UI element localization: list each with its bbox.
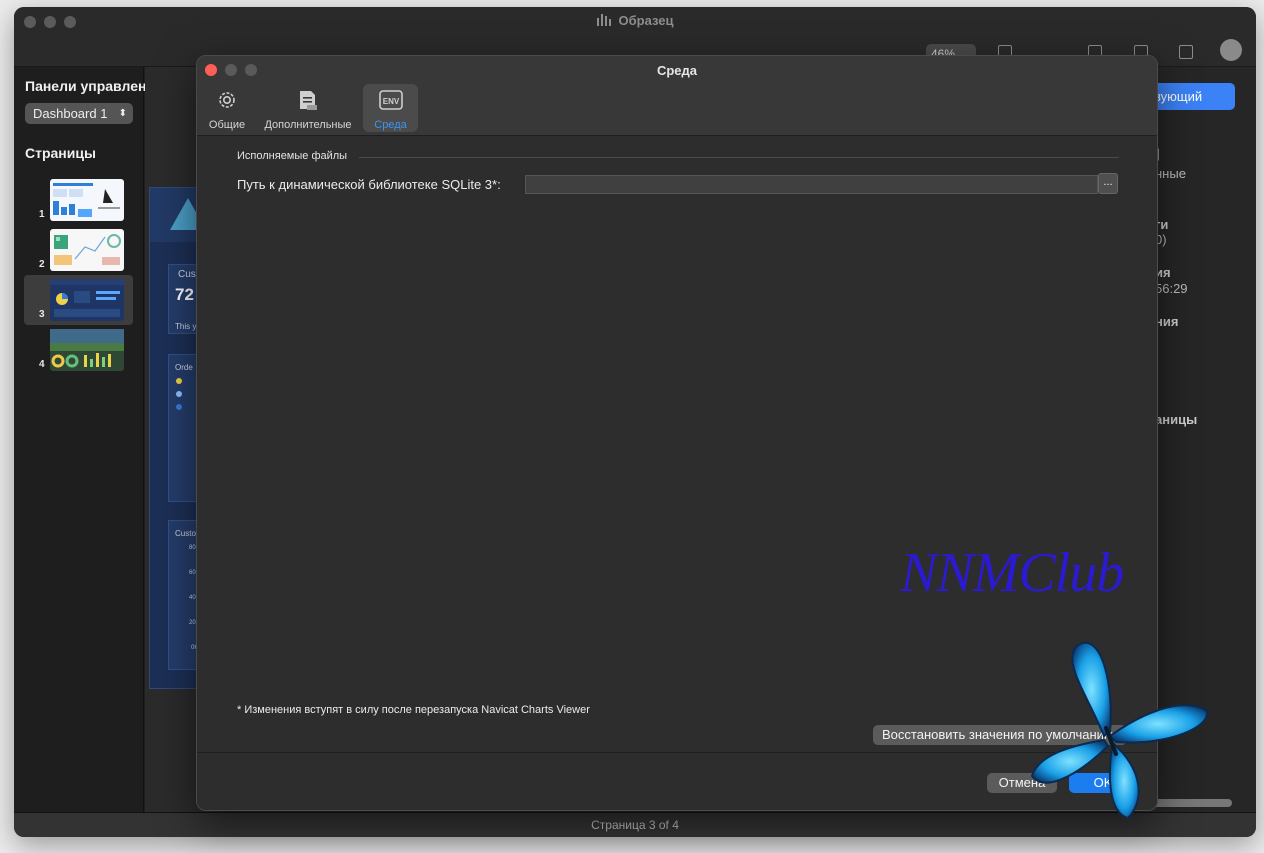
dashboard-select-value: Dashboard 1 (33, 106, 108, 121)
tab-advanced[interactable]: Дополнительные (259, 84, 357, 132)
card-subtitle: This y (175, 322, 197, 331)
sqlite-path-input[interactable] (525, 175, 1098, 194)
card-title: Orde (175, 363, 193, 372)
page-thumb-image (50, 329, 124, 371)
gear-icon (216, 89, 238, 114)
card-value: 72 (175, 285, 194, 304)
tab-general[interactable]: Общие (205, 84, 249, 132)
inspector-text: аницы (1155, 412, 1198, 427)
dashboard-select[interactable]: Dashboard 1 ⬍ (25, 103, 133, 124)
inspector-text: 56:29 (1155, 281, 1188, 296)
sqlite-path-label: Путь к динамической библиотеке SQLite 3*… (237, 177, 501, 192)
avatar[interactable] (1220, 39, 1242, 61)
tab-environment[interactable]: ENV Среда (363, 84, 418, 132)
page-thumb-number: 1 (39, 209, 45, 220)
tab-label: Дополнительные (264, 119, 352, 131)
inspector-text: нные (1155, 166, 1186, 181)
legend-dot (176, 391, 182, 397)
legend-dot (176, 404, 182, 410)
dashboard-preview-header (150, 188, 206, 242)
pages-heading: Страницы (25, 145, 96, 161)
env-icon: ENV (378, 89, 403, 114)
butterfly-watermark-icon (1030, 641, 1208, 820)
document-icon (297, 89, 319, 114)
page-thumb-number: 2 (39, 259, 45, 270)
inspector-text: ния (1155, 314, 1179, 329)
layout-right-icon[interactable] (1179, 45, 1193, 59)
dashboard-preview: Cus 72 This y Orde Custo 80K 60K 40K 20K… (149, 187, 206, 689)
dialog-title: Среда (656, 63, 698, 78)
restart-note: * Изменения вступят в силу после перезап… (237, 704, 590, 716)
sidebar-title: Панели управлени (25, 78, 156, 94)
card-title: Custo (175, 529, 196, 538)
tab-label: Общие (208, 119, 246, 131)
page-thumb-image (50, 179, 124, 221)
browse-button[interactable]: ... (1098, 173, 1118, 194)
app-logo-icon (596, 13, 613, 30)
card-title: Cus (178, 269, 196, 280)
page-thumb-3[interactable]: 3 (24, 275, 133, 325)
svg-text:ENV: ENV (382, 97, 399, 106)
app-title: Образец (14, 13, 1256, 30)
section-title: Исполняемые файлы (237, 150, 348, 162)
page-thumb-4[interactable]: 4 (24, 325, 133, 375)
page-thumb-image (50, 279, 124, 321)
page-thumb-number: 4 (39, 359, 45, 370)
section-divider (359, 157, 1119, 158)
page-thumb-2[interactable]: 2 (24, 225, 133, 275)
page-thumb-image (50, 229, 124, 271)
page-thumb-1[interactable]: 1 (24, 175, 133, 225)
environment-dialog: Среда Общие Дополнительные ENV Среда Исп… (196, 55, 1158, 811)
tab-label: Среда (374, 119, 407, 131)
app-title-text: Образец (618, 13, 674, 28)
dialog-header: Среда Общие Дополнительные ENV Среда (197, 56, 1157, 136)
legend-dot (176, 378, 182, 384)
watermark-text: NNMClub (900, 542, 1124, 604)
updown-chevron-icon: ⬍ (118, 108, 127, 119)
page-thumb-number: 3 (39, 309, 45, 320)
sidebar: Панели управлени Dashboard 1 ⬍ Страницы 1… (14, 67, 155, 812)
